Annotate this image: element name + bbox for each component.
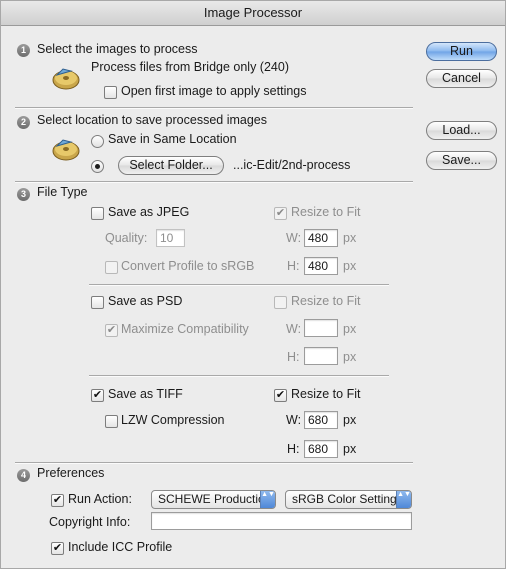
convert-srgb-checkbox[interactable] <box>105 261 118 274</box>
window-title: Image Processor <box>1 1 505 26</box>
jpeg-width-label: W: <box>286 231 302 245</box>
folder-disk-icon <box>52 139 80 161</box>
image-processor-window: Image Processor 1 Select the images to p… <box>0 0 506 569</box>
include-icc-label: Include ICC Profile <box>68 540 173 554</box>
psd-width-input[interactable] <box>304 319 338 337</box>
action-set-value: SCHEWE Productio <box>158 492 265 506</box>
save-as-tiff-label: Save as TIFF <box>108 387 183 401</box>
tiff-resize-checkbox[interactable]: ✔ <box>274 389 287 402</box>
select-folder-radio[interactable] <box>91 160 104 173</box>
tiff-width-input[interactable]: 680 <box>304 411 338 429</box>
save-as-tiff-checkbox[interactable]: ✔ <box>91 389 104 402</box>
popup-arrows-icon: ▲▼ <box>396 491 411 508</box>
save-as-psd-label: Save as PSD <box>108 294 183 308</box>
cancel-button[interactable]: Cancel <box>426 69 497 88</box>
psd-height-unit: px <box>343 350 357 364</box>
save-as-psd-checkbox[interactable] <box>91 296 104 309</box>
jpeg-width-input[interactable]: 480 <box>304 229 338 247</box>
open-first-image-checkbox[interactable] <box>104 86 117 99</box>
jpeg-resize-checkbox[interactable]: ✔ <box>274 207 287 220</box>
include-icc-checkbox[interactable]: ✔ <box>51 542 64 555</box>
process-from-bridge-text: Process files from Bridge only (240) <box>91 60 289 74</box>
jpeg-height-label: H: <box>287 259 300 273</box>
step-3-badge: 3 <box>17 188 30 201</box>
section-4-heading: Preferences <box>37 466 105 480</box>
select-folder-button[interactable]: Select Folder... <box>118 156 224 175</box>
action-name-value: sRGB Color Setting <box>292 492 397 506</box>
copyright-label: Copyright Info: <box>49 515 131 529</box>
action-name-popup[interactable]: sRGB Color Setting ▲▼ <box>285 490 412 509</box>
tiff-width-unit: px <box>343 413 357 427</box>
save-same-location-label: Save in Same Location <box>108 132 237 146</box>
bridge-disk-icon <box>52 68 80 90</box>
folder-path-text: ...ic-Edit/2nd-process <box>233 158 351 172</box>
step-4-badge: 4 <box>17 469 30 482</box>
section-3-heading: File Type <box>37 185 88 199</box>
step-2-badge: 2 <box>17 116 30 129</box>
maximize-compat-checkbox[interactable]: ✔ <box>105 324 118 337</box>
open-first-image-label: Open first image to apply settings <box>121 84 307 98</box>
copyright-input[interactable] <box>151 512 412 530</box>
save-as-jpeg-label: Save as JPEG <box>108 205 190 219</box>
popup-arrows-icon: ▲▼ <box>260 491 275 508</box>
divider <box>89 375 389 377</box>
jpeg-quality-label: Quality: <box>105 231 148 245</box>
tiff-height-input[interactable]: 680 <box>304 440 338 458</box>
lzw-compression-checkbox[interactable] <box>105 415 118 428</box>
tiff-height-unit: px <box>343 442 357 456</box>
divider <box>15 181 413 183</box>
action-set-popup[interactable]: SCHEWE Productio ▲▼ <box>151 490 276 509</box>
tiff-width-label: W: <box>286 413 302 427</box>
step-1-badge: 1 <box>17 44 30 57</box>
psd-resize-checkbox[interactable] <box>274 296 287 309</box>
lzw-compression-label: LZW Compression <box>121 413 225 427</box>
run-button[interactable]: Run <box>426 42 497 61</box>
psd-height-label: H: <box>287 350 300 364</box>
save-as-jpeg-checkbox[interactable] <box>91 207 104 220</box>
psd-width-unit: px <box>343 322 357 336</box>
tiff-height-label: H: <box>287 442 300 456</box>
run-action-checkbox[interactable]: ✔ <box>51 494 64 507</box>
jpeg-height-unit: px <box>343 259 357 273</box>
divider <box>15 107 413 109</box>
save-settings-button[interactable]: Save... <box>426 151 497 170</box>
psd-resize-label: Resize to Fit <box>291 294 361 308</box>
divider <box>15 462 413 464</box>
jpeg-width-unit: px <box>343 231 357 245</box>
load-button[interactable]: Load... <box>426 121 497 140</box>
jpeg-quality-input[interactable]: 10 <box>156 229 185 247</box>
tiff-resize-label: Resize to Fit <box>291 387 361 401</box>
divider <box>89 284 389 286</box>
maximize-compat-label: Maximize Compatibility <box>121 322 249 336</box>
jpeg-height-input[interactable]: 480 <box>304 257 338 275</box>
section-2-heading: Select location to save processed images <box>37 113 267 127</box>
run-action-label: Run Action: <box>68 492 132 506</box>
psd-width-label: W: <box>286 322 302 336</box>
jpeg-resize-label: Resize to Fit <box>291 205 361 219</box>
psd-height-input[interactable] <box>304 347 338 365</box>
convert-srgb-label: Convert Profile to sRGB <box>121 259 255 273</box>
section-1-heading: Select the images to process <box>37 42 198 56</box>
save-same-location-radio[interactable] <box>91 135 104 148</box>
